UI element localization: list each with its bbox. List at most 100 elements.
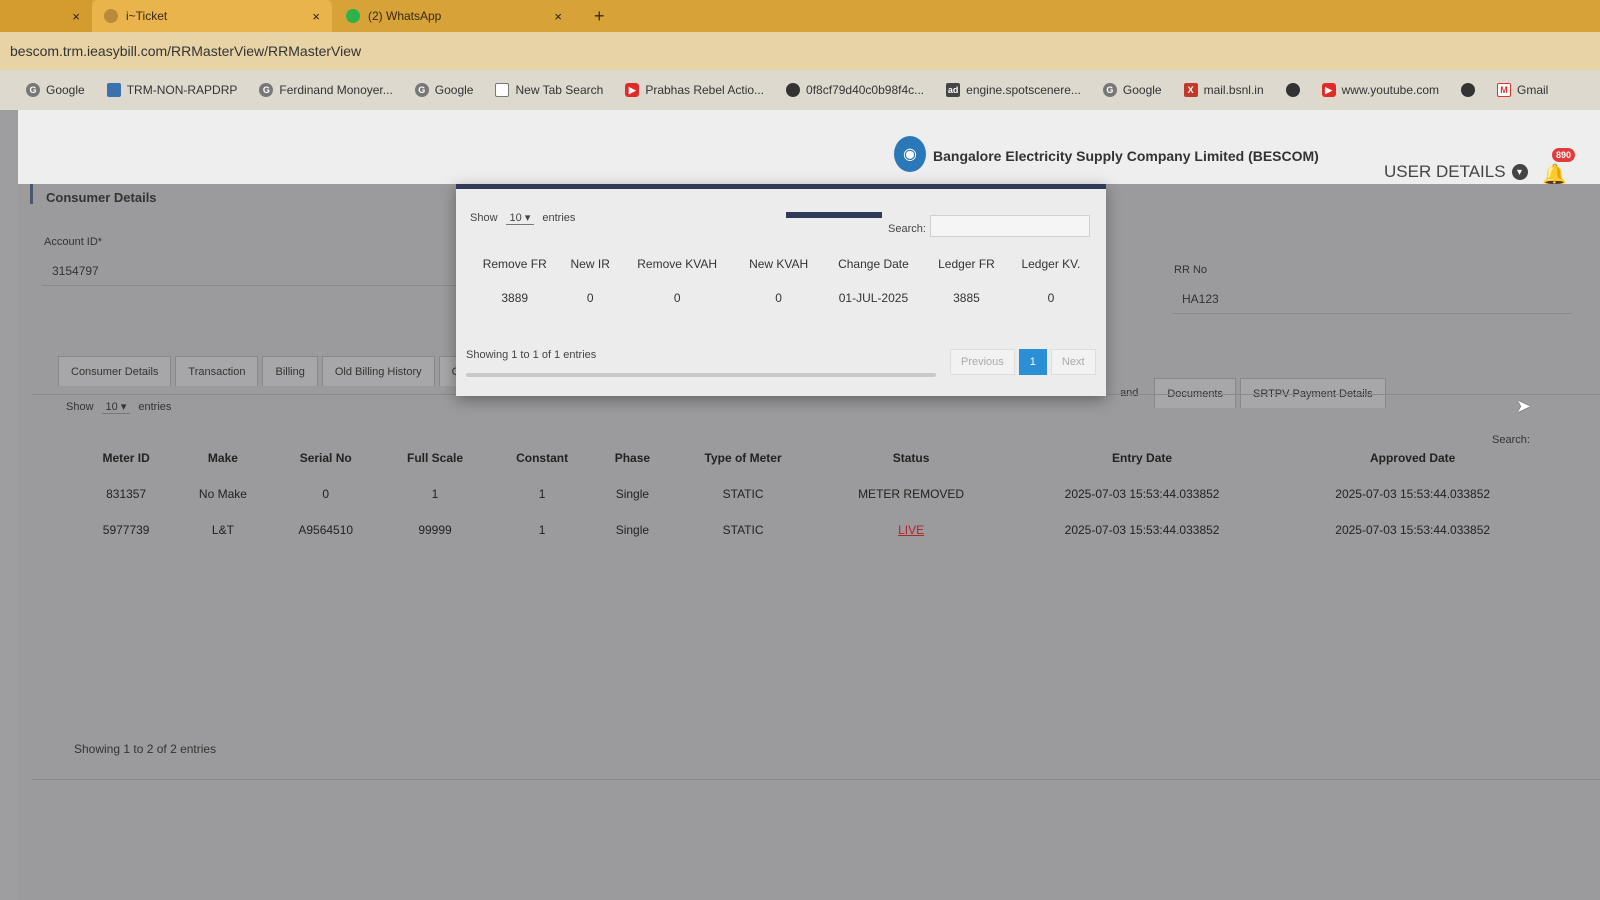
bookmark-new-tab-search[interactable]: New Tab Search	[495, 83, 603, 97]
chevron-down-icon: ▾	[524, 212, 531, 224]
col-full-scale[interactable]: Full Scale	[380, 440, 490, 476]
next-page-button[interactable]: Next	[1050, 349, 1096, 375]
meter-change-modal: Show 10 ▾ entries Search: Remove FR New …	[456, 184, 1106, 396]
detail-tabs: Consumer Details Transaction Billing Old…	[58, 356, 479, 386]
mouse-cursor-icon: ➤	[1516, 396, 1532, 416]
cell: STATIC	[722, 523, 764, 537]
col-type-of-meter[interactable]: Type of Meter	[671, 440, 816, 476]
google-icon: G	[26, 83, 40, 97]
meter-table: Meter ID Make Serial No Full Scale Const…	[78, 440, 1548, 548]
col-approved-date[interactable]: Approved Date	[1277, 440, 1548, 476]
address-bar[interactable]: bescom.trm.ieasybill.com/RRMasterView/RR…	[0, 32, 1600, 70]
col-new-ir[interactable]: New IR	[561, 247, 618, 281]
modal-search-input[interactable]	[930, 215, 1090, 237]
cell: 831357	[106, 487, 147, 501]
new-tab-button[interactable]: +	[594, 6, 605, 27]
col-remove-fr[interactable]: Remove FR	[468, 247, 561, 281]
bookmark-engine[interactable]: ad engine.spotscenere...	[946, 83, 1081, 97]
horizontal-scrollbar[interactable]	[466, 373, 936, 377]
browser-tab-iticket[interactable]: i~Ticket ×	[92, 0, 332, 32]
cell: 3885	[953, 291, 980, 305]
user-details-menu[interactable]: USER DETAILS ▾	[1384, 162, 1528, 182]
browser-tab-bar: × i~Ticket × (2) WhatsApp × +	[0, 0, 1600, 32]
close-icon[interactable]: ×	[554, 9, 562, 24]
tab-billing[interactable]: Billing	[262, 356, 318, 386]
modal-entries-select[interactable]: 10 ▾	[505, 211, 535, 225]
col-remove-kvah[interactable]: Remove KVAH	[619, 247, 736, 281]
bookmarks-bar: G Google TRM-NON-RAPDRP G Ferdinand Monoye…	[0, 70, 1600, 110]
col-status[interactable]: Status	[815, 440, 1006, 476]
col-serial-no[interactable]: Serial No	[272, 440, 380, 476]
whatsapp-icon	[346, 9, 360, 23]
cell: 2025-07-03 15:53:44.033852	[1335, 487, 1491, 501]
chevron-down-icon: ▾	[120, 401, 127, 413]
bookmark-prabhas[interactable]: ▶ Prabhas Rebel Actio...	[625, 83, 764, 97]
cell: 0	[1047, 291, 1055, 305]
bookmark-trm[interactable]: TRM-NON-RAPDRP	[106, 83, 237, 97]
close-icon[interactable]: ×	[312, 9, 320, 24]
modal-table-info: Showing 1 to 1 of 1 entries	[466, 349, 597, 361]
col-entry-date[interactable]: Entry Date	[1007, 440, 1278, 476]
account-id-field[interactable]: 3154797	[42, 256, 462, 286]
table-header-row: Remove FR New IR Remove KVAH New KVAH Ch…	[468, 247, 1094, 281]
col-new-kvah[interactable]: New KVAH	[735, 247, 821, 281]
modal-pagination: Previous 1 Next	[950, 349, 1096, 375]
entries-select[interactable]: 10 ▾	[101, 400, 131, 414]
ad-icon: ad	[946, 83, 961, 97]
google-icon: G	[1102, 83, 1117, 97]
browser-tab-whatsapp[interactable]: (2) WhatsApp ×	[334, 0, 574, 32]
bookmark-bsnl[interactable]: Xmail.bsnl.in	[1183, 83, 1264, 97]
globe-icon	[786, 83, 801, 97]
modal-table: Remove FR New IR Remove KVAH New KVAH Ch…	[468, 247, 1094, 315]
bookmark-hash[interactable]: 0f8cf79d40c0b98f4c...	[786, 83, 924, 97]
col-constant[interactable]: Constant	[490, 440, 594, 476]
company-name: Bangalore Electricity Supply Company Lim…	[933, 148, 1319, 164]
status-live-link[interactable]: LIVE	[815, 512, 1006, 548]
tab-old-billing-history[interactable]: Old Billing History	[321, 356, 435, 386]
cell: Single	[615, 487, 650, 501]
tab-label: (2) WhatsApp	[368, 9, 442, 23]
youtube-icon: ▶	[1321, 83, 1336, 97]
modal-show-entries: Show 10 ▾ entries	[470, 211, 576, 225]
col-meter-id[interactable]: Meter ID	[78, 440, 174, 476]
bookmark-ferdinand[interactable]: G Ferdinand Monoyer...	[259, 83, 393, 97]
cell: 0	[673, 291, 681, 305]
rr-no-field[interactable]: HA123	[1172, 284, 1572, 314]
status-cell: METER REMOVED	[858, 487, 965, 501]
bookmark-google[interactable]: G Google	[26, 83, 85, 97]
col-make[interactable]: Make	[174, 440, 271, 476]
modal-search-label: Search:	[888, 223, 926, 235]
close-icon[interactable]: ×	[72, 9, 80, 24]
bookmark-google-3[interactable]: G Google	[1102, 83, 1162, 97]
table-row: 3889 0 0 0 01-JUL-2025 3885 0	[468, 281, 1094, 315]
site-icon	[106, 83, 121, 97]
tab-label: i~Ticket	[126, 9, 168, 23]
table-header-row: Meter ID Make Serial No Full Scale Const…	[78, 440, 1548, 476]
bookmark-gmail[interactable]: M Gmail	[1497, 83, 1548, 97]
col-change-date[interactable]: Change Date	[822, 247, 925, 281]
page-1-button[interactable]: 1	[1018, 349, 1047, 375]
previous-page-button[interactable]: Previous	[950, 349, 1015, 375]
bookmark-youtube[interactable]: ▶ www.youtube.com	[1321, 83, 1439, 97]
cell: 0	[322, 487, 330, 501]
table-row: 831357 No Make 0 1 1 Single STATIC METER…	[78, 476, 1548, 512]
app-header: ◉ Bangalore Electricity Supply Company L…	[18, 110, 1600, 186]
globe-icon	[1285, 83, 1300, 97]
tab-consumer-details[interactable]: Consumer Details	[58, 356, 172, 386]
bookmark-globe[interactable]	[1285, 83, 1300, 97]
col-ledger-kv[interactable]: Ledger KV.	[1008, 247, 1094, 281]
youtube-icon: ▶	[625, 83, 640, 97]
browser-tab-1[interactable]: ×	[0, 0, 92, 32]
bookmark-google-2[interactable]: G Google	[414, 83, 473, 97]
meter-show-entries: Show 10 ▾ entries	[66, 400, 172, 414]
url-text: bescom.trm.ieasybill.com/RRMasterView/RR…	[10, 43, 362, 59]
col-phase[interactable]: Phase	[594, 440, 671, 476]
tab-transaction[interactable]: Transaction	[175, 356, 259, 386]
notification-badge: 890	[1552, 148, 1576, 162]
col-ledger-fr[interactable]: Ledger FR	[925, 247, 1008, 281]
cell: 01-JUL-2025	[838, 291, 909, 305]
cell: L&T	[211, 523, 234, 537]
cell: Single	[615, 523, 650, 537]
bookmark-globe-2[interactable]	[1461, 83, 1476, 97]
cell: 2025-07-03 15:53:44.033852	[1335, 523, 1491, 537]
